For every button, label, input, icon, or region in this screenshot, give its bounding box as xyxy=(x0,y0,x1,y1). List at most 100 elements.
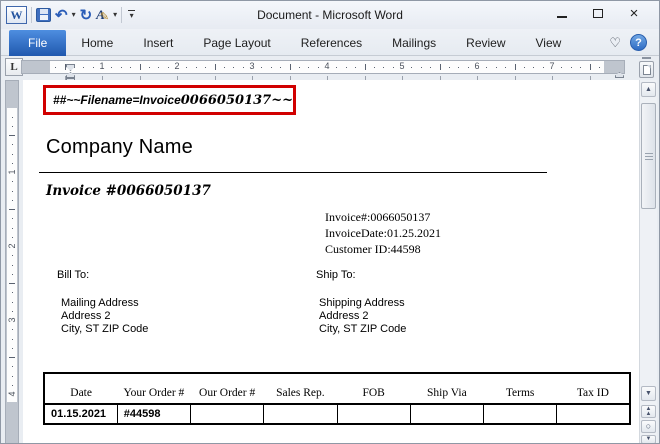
ruler-tick xyxy=(261,67,262,68)
bill-to-line: City, ST ZIP Code xyxy=(61,323,148,336)
ruler-tick xyxy=(12,302,13,303)
ruler-tick xyxy=(93,67,94,68)
tab-insert[interactable]: Insert xyxy=(128,30,188,56)
chevron-down-icon: ▾ xyxy=(130,12,134,20)
tab-page-layout[interactable]: Page Layout xyxy=(188,30,285,56)
bill-to-lines: Mailing AddressAddress 2City, ST ZIP Cod… xyxy=(61,297,148,336)
invoice-table: DateYour Order #Our Order #Sales Rep.FOB… xyxy=(43,372,631,425)
ruler-tick xyxy=(533,67,534,68)
invoice-table-head-row: DateYour Order #Our Order #Sales Rep.FOB… xyxy=(44,373,630,404)
horizontal-ruler[interactable]: 1234567 xyxy=(21,60,625,74)
tab-mailings[interactable]: Mailings xyxy=(377,30,451,56)
table-cell[interactable] xyxy=(557,404,630,424)
ruler-tick xyxy=(290,64,291,70)
ruler-number: 7 xyxy=(549,61,554,71)
ship-to-line: Shipping Address xyxy=(319,297,406,310)
minimize-ribbon-icon[interactable]: ♡ xyxy=(609,35,621,51)
next-page-button[interactable]: ▼ xyxy=(641,435,656,444)
ruler-tick xyxy=(505,67,506,68)
tab-home[interactable]: Home xyxy=(66,30,128,56)
ruler-tick xyxy=(561,67,562,68)
vertical-ruler[interactable]: 1234 xyxy=(5,80,19,444)
table-cell[interactable]: #44598 xyxy=(117,404,190,424)
table-cell[interactable] xyxy=(337,404,410,424)
ruler-number: 3 xyxy=(7,315,17,325)
tab-view[interactable]: View xyxy=(521,30,577,56)
undo-button[interactable]: ↶ xyxy=(55,8,68,23)
scroll-up-button[interactable]: ▲ xyxy=(641,82,656,97)
ruler-tick xyxy=(599,67,600,68)
customize-qat-button[interactable]: ▾ xyxy=(126,9,137,21)
ship-to-line: City, ST ZIP Code xyxy=(319,323,406,336)
help-button[interactable]: ? xyxy=(630,34,647,51)
maximize-button[interactable] xyxy=(583,3,613,23)
column-header-terms: Terms xyxy=(484,373,557,404)
font-style-dropdown-icon[interactable]: ▾ xyxy=(113,11,117,19)
split-handle-icon xyxy=(642,57,651,59)
horizontal-ruler-active-area[interactable]: 1234567 xyxy=(50,61,604,73)
table-cell[interactable] xyxy=(410,404,483,424)
ruler-tick xyxy=(12,339,13,340)
ruler-tick xyxy=(9,209,15,210)
ruler-number: 1 xyxy=(99,61,104,71)
ruler-tick xyxy=(205,67,206,68)
redo-button[interactable]: ↻ xyxy=(80,8,93,23)
table-cell[interactable] xyxy=(484,404,557,424)
ruler-tick xyxy=(346,67,347,68)
tab-review[interactable]: Review xyxy=(451,30,520,56)
invoice-detail-line: Invoice#:0066050137 xyxy=(325,209,441,225)
ruler-tick xyxy=(9,357,15,358)
minimize-button[interactable] xyxy=(547,3,577,23)
separator xyxy=(121,7,122,23)
ribbon-tab-list: FileHomeInsertPage LayoutReferencesMaili… xyxy=(9,30,576,56)
tab-file[interactable]: File xyxy=(9,30,66,56)
ruler-tick xyxy=(383,67,384,68)
ribbon-tab-row: FileHomeInsertPage LayoutReferencesMaili… xyxy=(1,29,659,56)
table-cell[interactable] xyxy=(191,404,264,424)
save-button[interactable] xyxy=(36,8,51,22)
ruler-toggle-icon xyxy=(643,65,651,75)
thumb-grip-icon xyxy=(645,153,653,154)
select-browse-object-button[interactable]: ○ xyxy=(641,420,656,433)
split-window-handle[interactable] xyxy=(639,56,654,60)
company-name-heading: Company Name xyxy=(46,136,193,159)
ruler-tick xyxy=(524,67,525,68)
ruler-tick xyxy=(215,64,216,70)
vertical-scrollbar[interactable]: ▲ ▼ ▲ ▲ ○ ▼ xyxy=(639,80,657,444)
ruler-tick xyxy=(12,200,13,201)
table-cell[interactable] xyxy=(264,404,337,424)
ruler-tick xyxy=(9,283,15,284)
ruler-tick xyxy=(458,67,459,68)
close-button[interactable]: × xyxy=(619,3,649,23)
pen-icon: ✎ xyxy=(100,10,109,23)
ruler-row: L 1234567 xyxy=(1,56,659,80)
ruler-number: 1 xyxy=(7,167,17,177)
document-area: 1234 ##~~Filename=Invoice 0066050137~~ C… xyxy=(1,80,659,444)
previous-page-button[interactable]: ▲ ▲ xyxy=(641,405,656,418)
ruler-tick xyxy=(515,64,516,70)
view-ruler-toggle-button[interactable] xyxy=(639,61,654,78)
ruler-tick xyxy=(421,67,422,68)
scroll-down-button[interactable]: ▼ xyxy=(641,386,656,401)
ruler-tick xyxy=(271,67,272,68)
table-row: 01.15.2021#44598 xyxy=(44,404,630,424)
ruler-tick xyxy=(149,67,150,68)
font-style-button[interactable]: A ✎ xyxy=(96,7,109,23)
ruler-tick xyxy=(355,67,356,68)
scrollbar-thumb[interactable] xyxy=(641,103,656,209)
ruler-tick xyxy=(393,67,394,68)
right-indent-marker[interactable] xyxy=(615,72,624,78)
ruler-tick xyxy=(12,348,13,349)
ruler-tick xyxy=(486,67,487,68)
table-cell[interactable]: 01.15.2021 xyxy=(44,404,117,424)
tab-references[interactable]: References xyxy=(286,30,377,56)
ruler-tick xyxy=(65,64,66,70)
undo-dropdown-icon[interactable]: ▾ xyxy=(72,11,76,19)
document-page[interactable]: ##~~Filename=Invoice 0066050137~~ Compan… xyxy=(23,80,639,444)
word-app-icon[interactable]: W xyxy=(6,6,27,24)
ship-to-line: Address 2 xyxy=(319,310,406,323)
ruler-tick xyxy=(449,67,450,68)
vertical-ruler-active-area[interactable]: 1234 xyxy=(7,108,17,402)
ruler-tick xyxy=(571,67,572,68)
ship-to-label: Ship To: xyxy=(316,269,356,281)
